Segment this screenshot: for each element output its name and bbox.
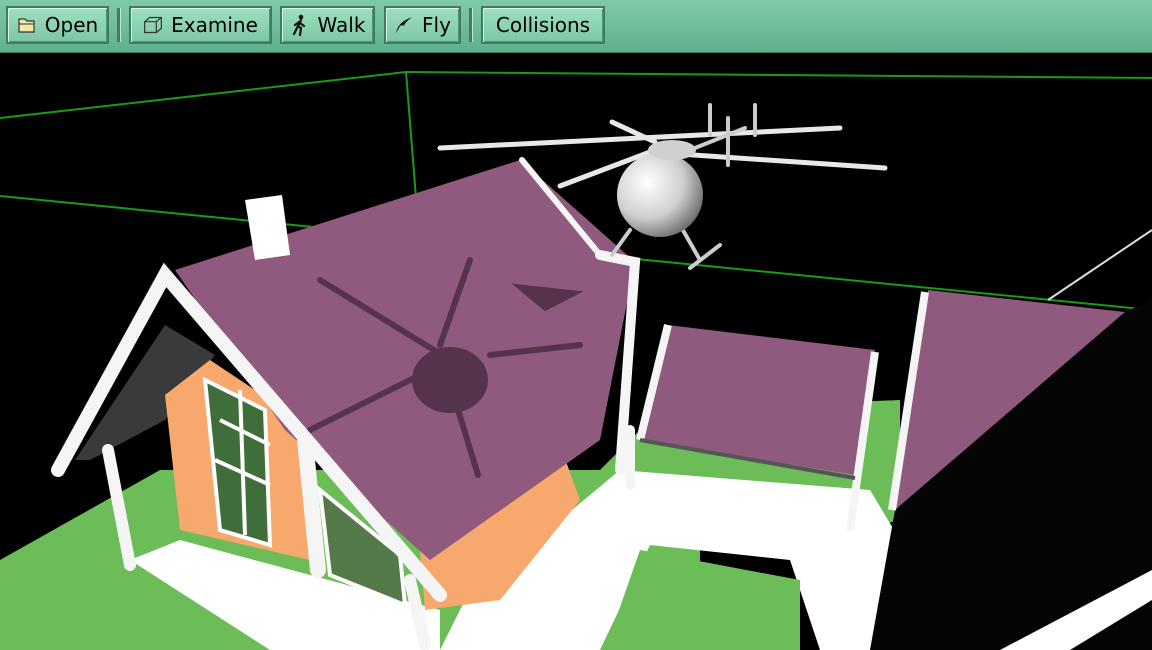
- scene-render: [0, 71, 1152, 650]
- fly-button[interactable]: Fly: [384, 6, 461, 44]
- collisions-button-label: Collisions: [495, 13, 591, 37]
- examine-button[interactable]: Examine: [129, 6, 272, 44]
- walk-button-label: Walk: [317, 13, 366, 37]
- examine-button-label: Examine: [171, 13, 258, 37]
- right-roof-ridge: [1047, 229, 1152, 301]
- toolbar-separator: [117, 8, 120, 42]
- fly-button-label: Fly: [422, 13, 451, 37]
- bird-fly-icon: [394, 14, 414, 36]
- walking-person-icon: [290, 14, 310, 36]
- folder-open-icon: [17, 14, 37, 36]
- collisions-button[interactable]: Collisions: [481, 6, 605, 44]
- toolbar: Open Examine Walk Fly Collisions: [0, 0, 1152, 53]
- 3d-viewport[interactable]: [0, 53, 1152, 650]
- cube-wireframe-icon: [143, 14, 163, 36]
- open-button-label: Open: [44, 13, 99, 37]
- walk-button[interactable]: Walk: [280, 6, 375, 44]
- toolbar-separator: [469, 8, 472, 42]
- open-button[interactable]: Open: [6, 6, 109, 44]
